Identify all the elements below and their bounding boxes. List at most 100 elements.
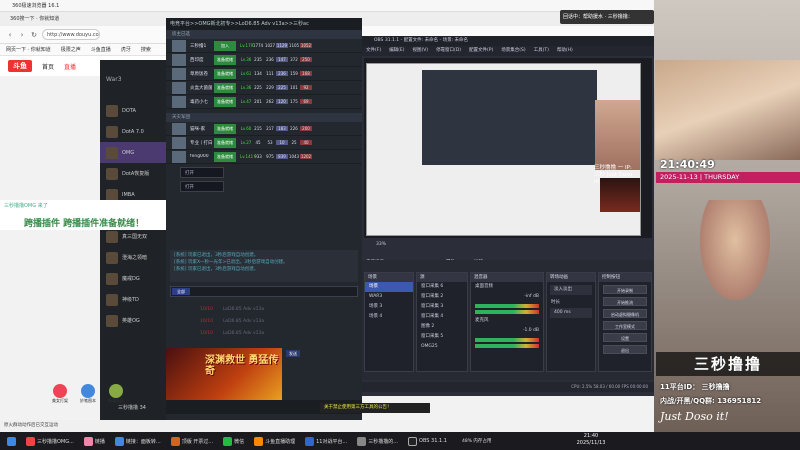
player-stat: 236 <box>276 71 288 76</box>
taskbar-item[interactable]: OBS 31.1.1 <box>405 434 450 448</box>
lobby-player-row[interactable]: feng000 准备就绪 Lv.141 933 975 839 1043 1202 <box>166 150 362 164</box>
bookmark-item[interactable]: 极限之声 <box>61 44 81 55</box>
game-list-item[interactable]: DotA恢复版 <box>100 163 166 184</box>
game-list-label: DotA 7.0 <box>122 128 144 135</box>
game-list-item[interactable]: DotA 7.0 <box>100 121 166 142</box>
menu-file[interactable]: 文件(F) <box>366 46 381 56</box>
scene-item[interactable]: 场景 3 <box>365 302 413 312</box>
start-recording-button[interactable]: 开始录制 <box>603 285 647 294</box>
back-icon[interactable]: ‹ <box>6 31 14 39</box>
player-status-button[interactable]: 准备就绪 <box>214 151 236 162</box>
taskbar-item[interactable]: 斗鱼直播助理 <box>251 434 298 448</box>
scene-item[interactable]: 场景 <box>365 282 413 292</box>
refresh-icon[interactable]: ↻ <box>30 31 38 39</box>
site-logo[interactable]: 斗鱼 <box>8 60 32 72</box>
game-list-item[interactable]: 英雄OG <box>100 310 166 331</box>
game-list-item[interactable]: OMG <box>100 142 166 163</box>
taskbar-item[interactable]: 三秒撸撸的... <box>354 434 401 448</box>
shortcut-item[interactable]: 美女打架 <box>48 384 72 412</box>
source-item[interactable]: 窗口采集 5 <box>417 332 467 342</box>
taskbar-item[interactable]: 链接：面板转... <box>112 434 164 448</box>
game-list-item[interactable]: 魔戒DG <box>100 268 166 289</box>
player-name: feng000 <box>190 154 209 159</box>
menu-docks[interactable]: 停靠窗口(D) <box>436 46 461 56</box>
chat-channel-button[interactable]: 全部 <box>172 288 190 295</box>
scene-item[interactable]: 场景 4 <box>365 312 413 322</box>
source-item[interactable]: 窗口采集 4 <box>417 312 467 322</box>
menu-help[interactable]: 帮助(H) <box>557 46 573 56</box>
source-item[interactable]: 窗口采集 6 <box>417 282 467 292</box>
bookmark-item[interactable]: 斗鱼直播 <box>91 44 111 55</box>
track-db: -inf dB <box>524 294 539 299</box>
player-status-button[interactable]: 准备就绪 <box>214 137 236 148</box>
game-icon <box>106 146 118 159</box>
address-bar[interactable]: http://www.douyu.com/list <box>42 29 100 40</box>
room-dropdown[interactable]: 打开 <box>180 167 224 178</box>
forward-icon[interactable]: › <box>18 31 26 39</box>
notice-ticker[interactable]: 关于禁止使用第三方工具的公告！ <box>320 403 430 413</box>
lobby-player-row[interactable]: 西印度 准备就绪 Lv.36 235 236 147 372 250 <box>166 53 362 67</box>
game-chat-input[interactable] <box>170 286 358 297</box>
lobby-player-row[interactable]: 三秒撸1 加入 Lv.179 1774 1027 1129 1105 1052 <box>166 39 362 53</box>
taskbar-clock[interactable]: 21:40 2025/11/13 <box>576 433 606 447</box>
player-stat: 1043 <box>288 154 300 159</box>
menu-profile[interactable]: 配置文件(P) <box>469 46 493 56</box>
source-item[interactable]: 图像 2 <box>417 322 467 332</box>
source-item[interactable]: OMG25 <box>417 342 467 352</box>
game-list-item[interactable]: 神级TD <box>100 289 166 310</box>
duration-input[interactable]: 400 ms <box>550 308 592 318</box>
taskbar-item[interactable]: 三秒撸撸OMG... <box>23 434 77 448</box>
bookmark-item[interactable]: 网页一下 · 你就知道 <box>6 44 51 55</box>
bookmark-item[interactable]: 虎牙 <box>121 44 131 55</box>
lobby-player-row[interactable]: 草原饭卷 准备就绪 Lv.61 134 111 236 159 168 <box>166 67 362 81</box>
game-icon <box>106 293 118 306</box>
settings-button[interactable]: 设置 <box>603 333 647 342</box>
start-streaming-button[interactable]: 开始推流 <box>603 297 647 306</box>
game-list-item[interactable]: DOTA <box>100 100 166 121</box>
player-avatar <box>172 122 186 135</box>
lobby-player-row[interactable]: 毒药小七 准备就绪 Lv.47 201 262 120 175 69 <box>166 95 362 109</box>
streamer-webcam <box>700 200 770 300</box>
room-stats: 10/10 LoD6.85 Adv v13a 10/10 LoD6.85 Adv v… <box>170 304 358 340</box>
bookmark-item[interactable]: 搜索 <box>141 44 151 55</box>
obs-title: OBS 31.1.1 - 配置文件: 未命名 - 场景: 未命名 <box>362 36 654 46</box>
start-icon[interactable] <box>4 434 19 448</box>
player-status-button[interactable]: 准备就绪 <box>214 68 236 79</box>
game-list-item[interactable]: 澄海之领暗 <box>100 247 166 268</box>
send-button[interactable]: 发送 <box>286 350 300 357</box>
player-name: 专业丨打白 <box>190 140 213 146</box>
menu-scene-collection[interactable]: 场景集合(S) <box>501 46 525 56</box>
room-dropdown[interactable]: 打开 <box>180 181 224 192</box>
nav-live[interactable]: 直播 <box>64 62 76 71</box>
game-list-label: 英雄OG <box>122 318 140 324</box>
source-item[interactable]: 窗口采集 2 <box>417 292 467 302</box>
transition-select[interactable]: 淡入淡出 <box>550 285 592 295</box>
virtual-camera-button[interactable]: 启动虚拟摄像机 <box>603 309 647 318</box>
shortcut-item[interactable]: 妙笔图本 <box>76 384 100 412</box>
player-status-button[interactable]: 准备就绪 <box>214 123 236 134</box>
lobby-player-row[interactable]: 炎盒大菌菌 准备就绪 Lv.36 225 229 225 101 92 <box>166 81 362 95</box>
game-list-header: War3 <box>106 76 122 83</box>
player-stat: Lv.36 <box>240 57 252 62</box>
controls-header: 控制按钮 <box>599 273 651 282</box>
player-status-button[interactable]: 准备就绪 <box>214 82 236 93</box>
exit-button[interactable]: 退出 <box>603 345 647 354</box>
taskbar-item[interactable]: 11对战平台... <box>302 434 350 448</box>
taskbar-item[interactable]: 微信 <box>220 434 247 448</box>
taskbar-item[interactable]: 链播 <box>81 434 108 448</box>
team2-header: 天灾军团 <box>166 113 362 122</box>
lobby-player-row[interactable]: 专业丨打白 准备就绪 Lv.27 45 53 10 25 40 <box>166 136 362 150</box>
taskbar-item[interactable]: 顶版 开票过... <box>168 434 216 448</box>
studio-mode-button[interactable]: 工作室模式 <box>603 321 647 330</box>
source-item[interactable]: 窗口采集 3 <box>417 302 467 312</box>
player-status-button[interactable]: 准备就绪 <box>214 54 236 65</box>
player-status-button[interactable]: 加入 <box>214 40 236 51</box>
player-status-button[interactable]: 准备就绪 <box>214 96 236 107</box>
menu-edit[interactable]: 编辑(E) <box>389 46 404 56</box>
nav-home[interactable]: 首页 <box>42 62 54 71</box>
menu-view[interactable]: 视图(V) <box>412 46 428 56</box>
game-title: 电竞平台>>OMG新北初专>>LoD6.85 Adv v13a>>三秒ac <box>166 18 362 30</box>
lobby-player-row[interactable]: 猫咪-家 准备就绪 Lv.60 215 217 183 226 200 <box>166 122 362 136</box>
scene-item[interactable]: WAR3 <box>365 292 413 302</box>
menu-tools[interactable]: 工具(T) <box>534 46 549 56</box>
